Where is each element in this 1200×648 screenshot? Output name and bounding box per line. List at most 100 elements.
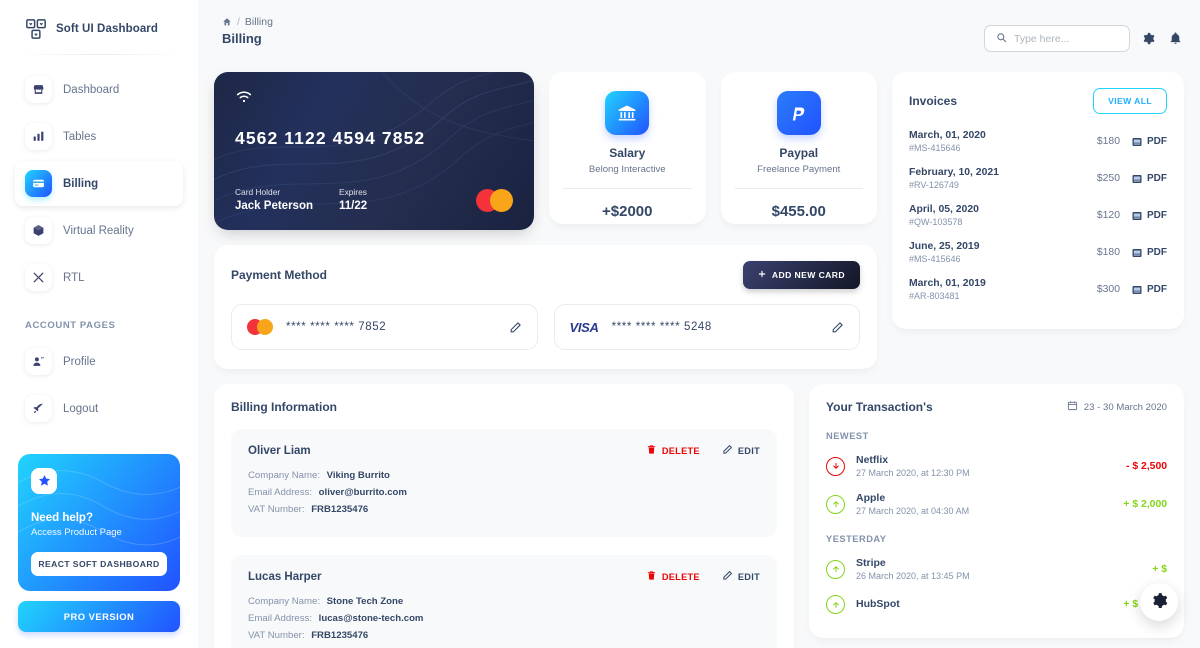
invoice-amount: $180: [1096, 136, 1120, 147]
pencil-icon: [722, 570, 733, 583]
settings-fab-button[interactable]: [1140, 583, 1178, 621]
sidebar-item-dashboard[interactable]: Dashboard: [15, 67, 183, 112]
pdf-icon: [1131, 210, 1143, 222]
sidebar-item-tables[interactable]: Tables: [15, 114, 183, 159]
billing-person-item: Oliver Liam DELETE EDIT Company Name: Vi…: [231, 429, 777, 537]
react-soft-dashboard-button[interactable]: REACT SOFT DASHBOARD: [31, 552, 167, 576]
shop-icon: [25, 76, 52, 103]
transaction-name: Netflix: [856, 454, 889, 466]
payment-card-number: **** **** **** 7852: [286, 321, 387, 333]
transaction-row: Netflix 27 March 2020, at 12:30 PM - $ 2…: [826, 454, 1167, 478]
billing-vat-value: FRB1235476: [311, 630, 369, 641]
invoices-card: Invoices VIEW ALL March, 01, 2020 #MS-41…: [892, 72, 1184, 329]
sidebar-item-virtual-reality[interactable]: Virtual Reality: [15, 208, 183, 253]
profile-icon: [25, 348, 52, 375]
pro-version-button[interactable]: PRO VERSION: [18, 601, 180, 632]
invoice-info: April, 05, 2020 #QW-103578: [909, 204, 979, 227]
arrow-up-icon: [826, 494, 845, 514]
paypal-icon: [776, 91, 821, 135]
credit-card-bottom: Card Holder Jack Peterson Expires 11/22: [235, 187, 513, 212]
delete-billing-button[interactable]: DELETE: [646, 570, 700, 583]
breadcrumb-current[interactable]: Billing: [245, 16, 273, 28]
sidebar-item-label: Dashboard: [63, 83, 120, 96]
sidebar-item-logout[interactable]: Logout: [15, 386, 183, 431]
invoice-right: $250 PDF: [1097, 173, 1167, 185]
rocket-icon: [25, 395, 52, 422]
billing-person-actions: DELETE EDIT: [646, 570, 760, 583]
edit-billing-button[interactable]: EDIT: [722, 570, 760, 583]
transactions-group-label: NEWEST: [826, 431, 869, 441]
calendar-icon: [1067, 400, 1078, 414]
credit-card-icon: [25, 170, 52, 197]
payment-card-mastercard[interactable]: **** **** **** 7852: [231, 304, 538, 350]
billing-email-label: Email Address:: [248, 487, 312, 498]
view-all-invoices-button[interactable]: VIEW ALL: [1093, 88, 1167, 114]
card-holder-value: Jack Peterson: [235, 200, 313, 212]
edit-billing-button[interactable]: EDIT: [722, 444, 760, 457]
delete-label: DELETE: [661, 571, 700, 582]
invoice-date: February, 10, 2021: [909, 167, 999, 178]
sidebar-item-billing[interactable]: Billing: [15, 161, 183, 206]
pdf-icon: [1131, 247, 1143, 259]
transaction-name: Apple: [856, 492, 886, 504]
pdf-icon: [1131, 136, 1143, 148]
invoice-id: #MS-415646: [909, 254, 961, 264]
billing-vat-field: VAT Number: FRB1235476: [248, 504, 760, 515]
billing-person-name: Lucas Harper: [248, 570, 322, 583]
transaction-left: Stripe 26 March 2020, at 13:45 PM: [826, 557, 970, 581]
invoice-pdf-button[interactable]: PDF: [1131, 136, 1167, 148]
invoice-date: March, 01, 2019: [909, 278, 986, 289]
search-input[interactable]: [1014, 32, 1118, 45]
payment-card-visa[interactable]: VISA **** **** **** 5248: [553, 304, 860, 350]
invoice-pdf-button[interactable]: PDF: [1131, 247, 1167, 259]
transaction-row: Stripe 26 March 2020, at 13:45 PM + $: [826, 557, 1167, 581]
payment-method-header: Payment Method ADD NEW CARD: [231, 261, 860, 289]
invoice-id: #RV-126749: [909, 180, 959, 190]
bar-chart-icon: [25, 123, 52, 150]
bank-icon: [605, 91, 650, 135]
pencil-icon: [722, 444, 733, 457]
add-new-card-button[interactable]: ADD NEW CARD: [742, 261, 860, 289]
sidebar-item-label: Billing: [63, 177, 99, 190]
breadcrumb-wrap: / Billing Billing: [214, 16, 273, 46]
credit-card-fields: Card Holder Jack Peterson Expires 11/22: [235, 187, 367, 212]
invoice-right: $300 PDF: [1097, 284, 1167, 296]
bell-icon[interactable]: [1167, 30, 1184, 47]
invoice-amount: $120: [1096, 210, 1120, 221]
home-icon[interactable]: [222, 17, 232, 27]
edit-label: EDIT: [737, 445, 760, 456]
billing-company-field: Company Name: Stone Tech Zone: [248, 596, 760, 607]
delete-billing-button[interactable]: DELETE: [646, 444, 700, 457]
billing-vat-value: FRB1235476: [311, 504, 369, 515]
edit-payment-card-button[interactable]: [831, 321, 844, 334]
billing-person-header: Oliver Liam DELETE EDIT: [248, 444, 760, 457]
search-box[interactable]: [984, 25, 1130, 52]
invoice-id: #AR-803481: [909, 291, 960, 301]
invoice-row: March, 01, 2020 #MS-415646 $180 PDF: [909, 130, 1167, 153]
billing-person-header: Lucas Harper DELETE EDIT: [248, 570, 760, 583]
pdf-label: PDF: [1147, 247, 1167, 258]
card-expires-value: 11/22: [339, 200, 368, 212]
gear-icon[interactable]: [1140, 30, 1157, 47]
mastercard-icon: [247, 319, 273, 335]
transactions-title: Your Transaction's: [826, 400, 933, 414]
invoice-pdf-button[interactable]: PDF: [1131, 284, 1167, 296]
invoice-pdf-button[interactable]: PDF: [1131, 173, 1167, 185]
soft-ui-logo-icon: [25, 18, 47, 40]
main-content: / Billing Billing Type here... 4562 1122…: [198, 0, 1200, 648]
invoice-pdf-button[interactable]: PDF: [1131, 210, 1167, 222]
plus-icon: [758, 270, 766, 280]
topbar-right: [984, 16, 1184, 52]
transaction-info: Stripe 26 March 2020, at 13:45 PM: [856, 557, 970, 581]
invoice-id: #MS-415646: [909, 143, 961, 153]
salary-card: Salary Belong Interactive +$2000: [549, 72, 706, 224]
brand[interactable]: Soft UI Dashboard: [15, 0, 183, 54]
arrow-up-icon: [826, 559, 845, 579]
billing-company-value: Viking Burrito: [326, 470, 390, 481]
invoices-title: Invoices: [909, 94, 958, 108]
edit-payment-card-button[interactable]: [509, 321, 522, 334]
invoice-date: March, 01, 2020: [909, 130, 986, 141]
transactions-date-range[interactable]: 23 - 30 March 2020: [1067, 400, 1167, 414]
sidebar-item-rtl[interactable]: RTL: [15, 255, 183, 300]
sidebar-item-profile[interactable]: Profile: [15, 339, 183, 384]
